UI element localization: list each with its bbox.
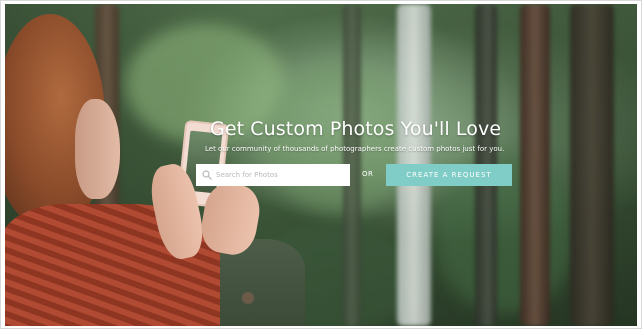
page-frame: Get Custom Photos You'll Love Let our co… bbox=[0, 0, 642, 329]
hero-headline: Get Custom Photos You'll Love bbox=[210, 118, 502, 140]
tree-trunk bbox=[570, 4, 614, 326]
search-box[interactable] bbox=[196, 164, 350, 186]
tree-trunk bbox=[520, 4, 550, 326]
search-input[interactable] bbox=[216, 164, 346, 186]
hero-subheadline: Let our community of thousands of photog… bbox=[205, 145, 505, 153]
create-request-button[interactable]: CREATE A REQUEST bbox=[386, 164, 512, 186]
jacket-button bbox=[242, 292, 254, 304]
person-face bbox=[75, 99, 120, 199]
or-separator: OR bbox=[362, 170, 374, 178]
search-icon bbox=[202, 170, 212, 180]
hero-banner: Get Custom Photos You'll Love Let our co… bbox=[5, 4, 637, 326]
